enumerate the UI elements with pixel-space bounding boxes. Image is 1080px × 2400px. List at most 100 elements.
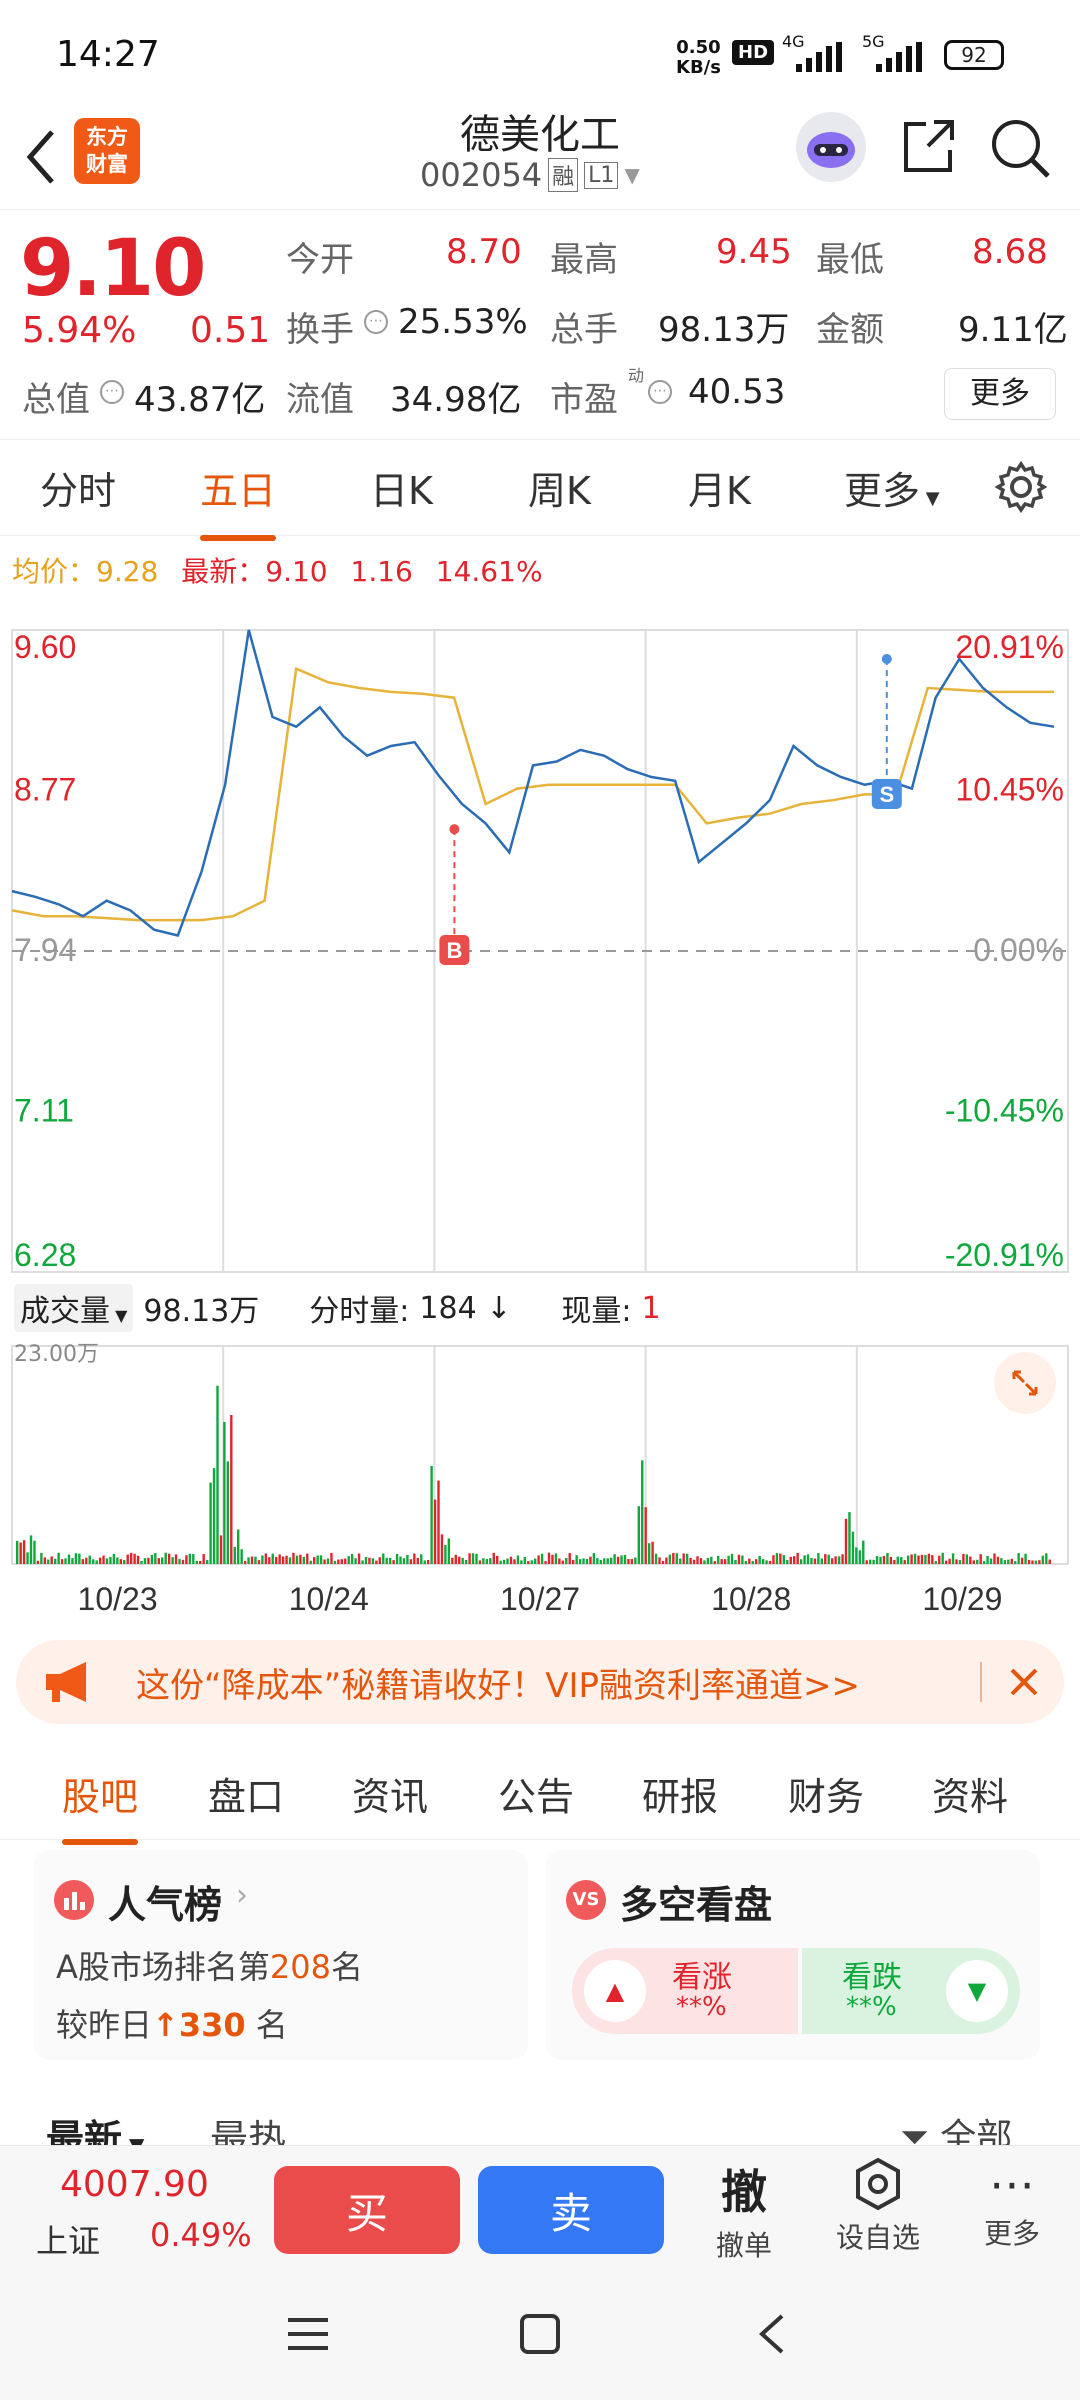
buy-button[interactable]: 买 [274, 2166, 460, 2254]
tab-research[interactable]: 研报 [642, 1766, 718, 1821]
price-chart[interactable]: 9.60 20.91% 8.77 10.45% 7.94 0.00% 7.11 -10.45%… [0, 592, 1080, 1322]
volume-bar [468, 1553, 471, 1564]
battery-icon: 92 [944, 40, 1004, 70]
volume-bar [727, 1555, 730, 1564]
volume-bar [765, 1560, 768, 1564]
volume-bar [233, 1546, 236, 1564]
level-tag: L1 [584, 161, 619, 189]
expand-icon[interactable] [994, 1352, 1056, 1414]
x-tick-label: 10/24 [289, 1581, 369, 1617]
add-watchlist-button[interactable]: 设自选 [828, 2156, 928, 2256]
tab-news[interactable]: 资讯 [352, 1766, 428, 1821]
volume-bar [813, 1558, 817, 1564]
volume-bar [57, 1552, 60, 1564]
volume-bar [672, 1552, 675, 1564]
banner-text: 这份“降成本”秘籍请收好！VIP融资利率通道>> [136, 1666, 860, 1706]
search-icon[interactable] [988, 116, 1052, 180]
tab-daily-k[interactable]: 日K [370, 460, 433, 515]
settings-gear-icon[interactable] [994, 460, 1048, 514]
volume-chart[interactable]: 10/23 10/24 10/27 10/28 10/29 [0, 1332, 1080, 1622]
latest-price-value: 9.10 [265, 555, 328, 588]
volume-bar [609, 1557, 613, 1564]
bearish-button[interactable]: 看跌 **% ▼ [802, 1948, 1020, 2034]
bottom-action-bar: 4007.90 上证 0.49% 买 卖 撤 撤单 设自选 ⋯ 更多 [0, 2145, 1080, 2270]
avg-price-value: 9.28 [96, 555, 159, 588]
volume-bar [81, 1559, 85, 1564]
robot-assistant-icon[interactable] [796, 112, 866, 182]
total-amount: 9.11亿 [958, 310, 1068, 350]
index-value[interactable]: 4007.90 [60, 2164, 209, 2205]
volume-bar [927, 1553, 931, 1564]
volume-bar [243, 1560, 247, 1564]
volume-bar [827, 1554, 830, 1564]
volume-bar [240, 1549, 243, 1564]
y-tick-left: 7.11 [14, 1093, 74, 1129]
volume-bar [447, 1538, 451, 1564]
volume-bar [254, 1556, 257, 1564]
stock-code-row[interactable]: 002054 融 L1 ▼ [420, 156, 640, 194]
volume-bar [344, 1558, 347, 1564]
home-icon[interactable] [518, 2312, 562, 2356]
volume-bar [651, 1541, 654, 1564]
sentiment-title: 多空看盘 [620, 1883, 773, 1927]
promo-banner[interactable]: 这份“降成本”秘籍请收好！VIP融资利率通道>> [16, 1640, 1064, 1724]
volume-bar [568, 1553, 571, 1564]
volume-bar [423, 1560, 426, 1564]
tab-pankou[interactable]: 盘口 [208, 1766, 284, 1821]
volume-bar [679, 1558, 682, 1564]
popularity-card[interactable]: 人气榜 › A股市场排名第208名 较昨日↑330 名 [34, 1850, 528, 2060]
volume-bar [934, 1561, 937, 1564]
tab-profile[interactable]: 资料 [932, 1766, 1008, 1821]
tab-finance[interactable]: 财务 [788, 1766, 864, 1821]
volume-bar [361, 1560, 364, 1564]
volume-bar [882, 1556, 886, 1564]
back-icon[interactable] [752, 2312, 792, 2356]
volume-bar [302, 1556, 306, 1564]
latest-change-value: 1.16 [350, 555, 413, 588]
sell-button[interactable]: 卖 [478, 2166, 664, 2254]
tab-more[interactable]: 更多 ▼ [844, 460, 940, 515]
info-icon[interactable]: ⋯ [100, 380, 124, 404]
volume-bar [734, 1560, 737, 1564]
volume-bar [893, 1559, 896, 1564]
volume-bar [237, 1529, 240, 1564]
turnover-rate: 25.53% [398, 302, 528, 342]
tab-five-day[interactable]: 五日 [200, 460, 277, 541]
close-icon[interactable] [1004, 1662, 1044, 1702]
tab-minute[interactable]: 分时 [40, 460, 116, 515]
volume-bar [872, 1559, 875, 1564]
volume-bar [420, 1554, 423, 1564]
volume-bar [140, 1560, 143, 1564]
volume-bar [1020, 1557, 1024, 1564]
share-icon[interactable] [898, 116, 958, 176]
info-icon[interactable]: ⋯ [648, 380, 672, 404]
bullish-button[interactable]: ▲ 看涨 **% [572, 1948, 798, 2034]
volume-bar [982, 1561, 986, 1564]
volume-bar [913, 1553, 917, 1564]
market-cap: 43.87亿 [134, 380, 266, 420]
menu-icon[interactable] [286, 2314, 330, 2354]
info-icon[interactable]: ⋯ [364, 310, 388, 334]
volume-bar [903, 1560, 906, 1564]
volume-bar [1041, 1555, 1045, 1564]
more-quote-button[interactable]: 更多 [944, 368, 1056, 420]
volume-bar [40, 1552, 43, 1564]
more-actions-button[interactable]: ⋯ 更多 [972, 2156, 1052, 2252]
tab-guba[interactable]: 股吧 [62, 1766, 139, 1845]
volume-bar [561, 1560, 565, 1564]
chevron-right-icon: › [236, 1878, 248, 1913]
tab-monthly-k[interactable]: 月K [688, 460, 751, 515]
volume-bar [451, 1557, 454, 1564]
volume-bar [848, 1512, 851, 1564]
volume-bar [454, 1554, 457, 1564]
tab-weekly-k[interactable]: 周K [528, 460, 591, 515]
volume-bar [986, 1555, 989, 1564]
volume-bar [257, 1560, 261, 1564]
tab-announcements[interactable]: 公告 [498, 1766, 574, 1821]
volume-indicator-select[interactable]: 成交量 ▼ [14, 1284, 134, 1332]
cancel-order-button[interactable]: 撤 撤单 [704, 2156, 784, 2264]
volume-bar [475, 1553, 478, 1564]
volume-bar [865, 1560, 868, 1564]
volume-bar [444, 1545, 447, 1564]
sentiment-card[interactable]: VS 多空看盘 ▲ 看涨 **% 看跌 **% ▼ [546, 1850, 1040, 2060]
